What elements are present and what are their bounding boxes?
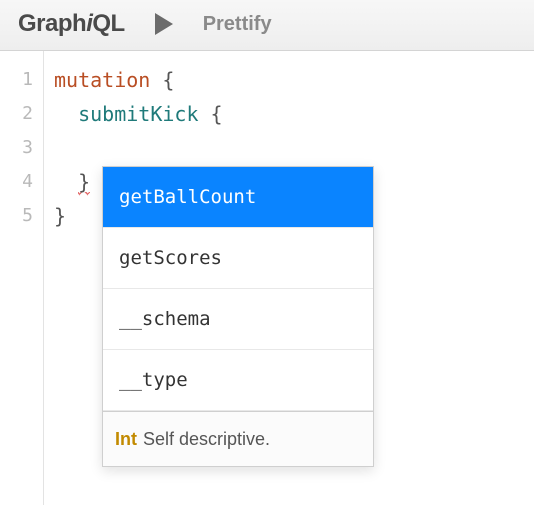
autocomplete-hint: Int Self descriptive. [103, 411, 373, 466]
indent [54, 102, 78, 126]
app-logo: GraphiQL [18, 10, 125, 38]
play-icon[interactable] [153, 12, 175, 36]
code-line: mutation { [54, 63, 534, 97]
brace-token-error: } [78, 170, 90, 196]
line-gutter: 1 2 3 4 5 [0, 51, 44, 505]
code-line [54, 131, 534, 165]
autocomplete-popup: getBallCount getScores __schema __type I… [102, 166, 374, 467]
brace-token: { [199, 102, 223, 126]
line-number: 4 [0, 165, 43, 199]
toolbar: GraphiQL Prettify [0, 0, 534, 51]
editor: 1 2 3 4 5 mutation { submitKick { } } ge… [0, 51, 534, 505]
autocomplete-item[interactable]: __schema [103, 289, 373, 350]
keyword-token: mutation [54, 68, 150, 92]
line-number: 3 [0, 131, 43, 165]
code-area[interactable]: mutation { submitKick { } } getBallCount… [44, 51, 534, 505]
hint-description: Self descriptive. [143, 429, 270, 449]
brace-token: } [54, 204, 66, 228]
hint-type: Int [115, 429, 137, 449]
indent [54, 170, 78, 194]
autocomplete-item[interactable]: getScores [103, 228, 373, 289]
prettify-button[interactable]: Prettify [203, 13, 272, 36]
autocomplete-item[interactable]: getBallCount [103, 167, 373, 228]
line-number: 2 [0, 97, 43, 131]
code-line: submitKick { [54, 97, 534, 131]
line-number: 5 [0, 199, 43, 233]
field-token: submitKick [78, 102, 198, 126]
autocomplete-item[interactable]: __type [103, 350, 373, 411]
brace-token: { [150, 68, 174, 92]
line-number: 1 [0, 63, 43, 97]
